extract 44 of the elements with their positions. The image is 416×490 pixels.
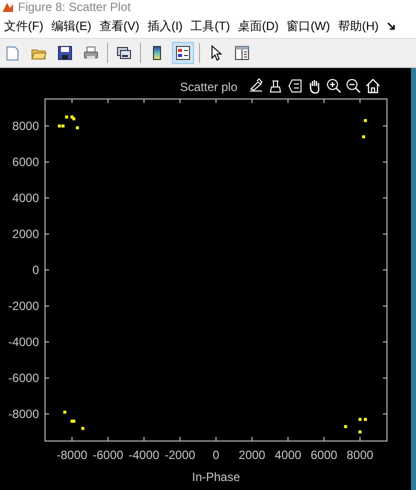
legend-icon [175,45,191,61]
property-panel-icon [234,45,250,61]
menu-item[interactable]: 查看(V) [95,16,144,36]
x-tick-label: 2000 [238,448,266,462]
x-tick-label: -8000 [56,448,88,462]
brush-icon[interactable] [250,78,263,92]
x-tick-label: 4000 [274,448,302,462]
x-axis-label: In-Phase [192,470,240,484]
zoom-in-icon[interactable] [327,79,342,94]
data-tip-icon[interactable] [270,80,282,92]
y-tick-label: 4000 [12,191,39,205]
menu-item[interactable]: 工具(T) [186,16,234,36]
y-tick-label: 0 [32,263,39,277]
y-tick-label: -2000 [8,299,39,313]
dock-arrow-icon[interactable] [386,22,395,30]
home-icon[interactable] [366,78,380,94]
y-tick-label: 2000 [12,227,39,241]
printer-icon [83,45,99,61]
plot-title: Scatter plo [180,80,238,94]
menu-item[interactable]: 帮助(H) [334,16,383,36]
save-icon [57,45,73,61]
pan-hand-icon[interactable] [310,79,320,94]
new-document-icon [5,45,21,61]
window-title: Figure 8: Scatter Plot [18,0,131,14]
y-tick-label: 6000 [12,155,39,169]
y-tick-label: -4000 [8,335,39,349]
x-tick-label: -2000 [164,448,196,462]
zoom-out-icon[interactable] [346,79,361,94]
x-tick-label: -4000 [128,448,160,462]
menu-item[interactable]: 窗口(W) [282,16,334,36]
menu-item[interactable]: 插入(I) [143,16,187,36]
y-tick-label: -6000 [8,371,39,385]
menu-item[interactable]: 编辑(E) [47,16,96,36]
y-tick-label: -8000 [8,407,39,421]
y-tick-label: 8000 [12,119,39,133]
linked-windows-icon [116,45,132,61]
toolbar-button[interactable] [172,42,194,64]
x-tick-label: -6000 [92,448,124,462]
x-tick-label: 8000 [346,448,374,462]
menu-item[interactable]: 桌面(D) [234,16,283,36]
x-tick-label: 0 [212,448,220,462]
menu-item[interactable]: 文件(F) [0,16,48,36]
legend-toggle-icon[interactable] [288,80,302,92]
x-tick-label: 6000 [310,448,338,462]
